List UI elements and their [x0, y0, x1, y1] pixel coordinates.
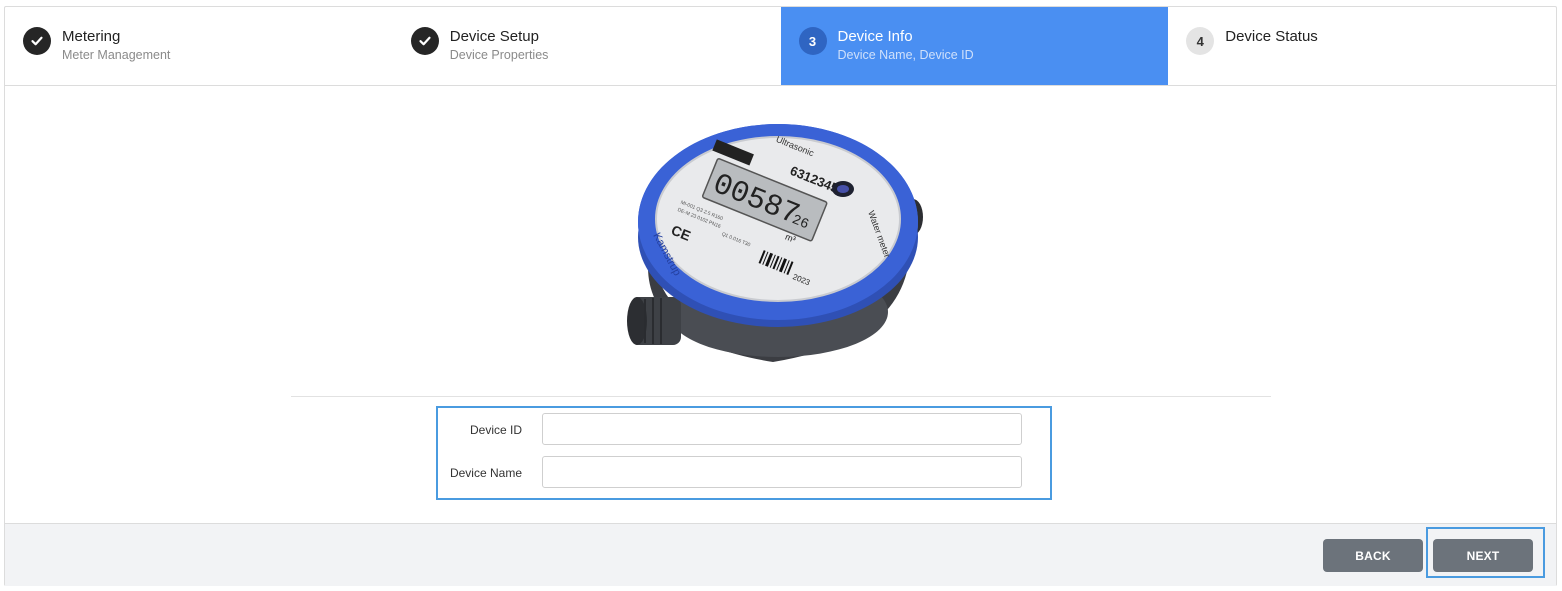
step-title: Device Info: [837, 28, 913, 45]
step-device-status[interactable]: 4 Device Status: [1168, 7, 1556, 85]
step-title: Metering: [62, 28, 121, 45]
step-device-info[interactable]: 3 Device Info Device Name, Device ID: [780, 7, 1169, 85]
device-id-input[interactable]: [542, 413, 1022, 445]
step-device-setup[interactable]: Device Setup Device Properties: [393, 7, 781, 85]
step-metering[interactable]: Metering Meter Management: [5, 7, 393, 85]
device-name-label: Device Name: [449, 466, 522, 480]
step-subtitle: Device Name, Device ID: [837, 48, 974, 62]
wizard-footer: BACK NEXT: [5, 523, 1556, 586]
device-name-input[interactable]: [542, 456, 1022, 488]
check-icon: [410, 27, 439, 55]
check-icon: [23, 27, 51, 55]
back-button[interactable]: BACK: [1323, 539, 1423, 572]
step-number: 3: [798, 27, 827, 55]
next-button[interactable]: NEXT: [1433, 539, 1533, 572]
step-subtitle: Meter Management: [62, 48, 171, 62]
device-id-label: Device ID: [469, 423, 522, 437]
step-title: Device Setup: [449, 28, 539, 45]
water-meter-image: 00587 26 m³ 63123456 Ultrasonic 2023 MI-…: [627, 124, 923, 362]
wizard-container: Metering Meter Management Device Setup D…: [4, 6, 1557, 586]
stepper: Metering Meter Management Device Setup D…: [5, 7, 1556, 86]
divider: [291, 396, 1271, 397]
step-title: Device Status: [1225, 28, 1318, 45]
device-info-form: Device ID Device Name: [436, 406, 1052, 500]
step-subtitle: Device Properties: [449, 48, 549, 62]
step-number: 4: [1186, 27, 1215, 55]
